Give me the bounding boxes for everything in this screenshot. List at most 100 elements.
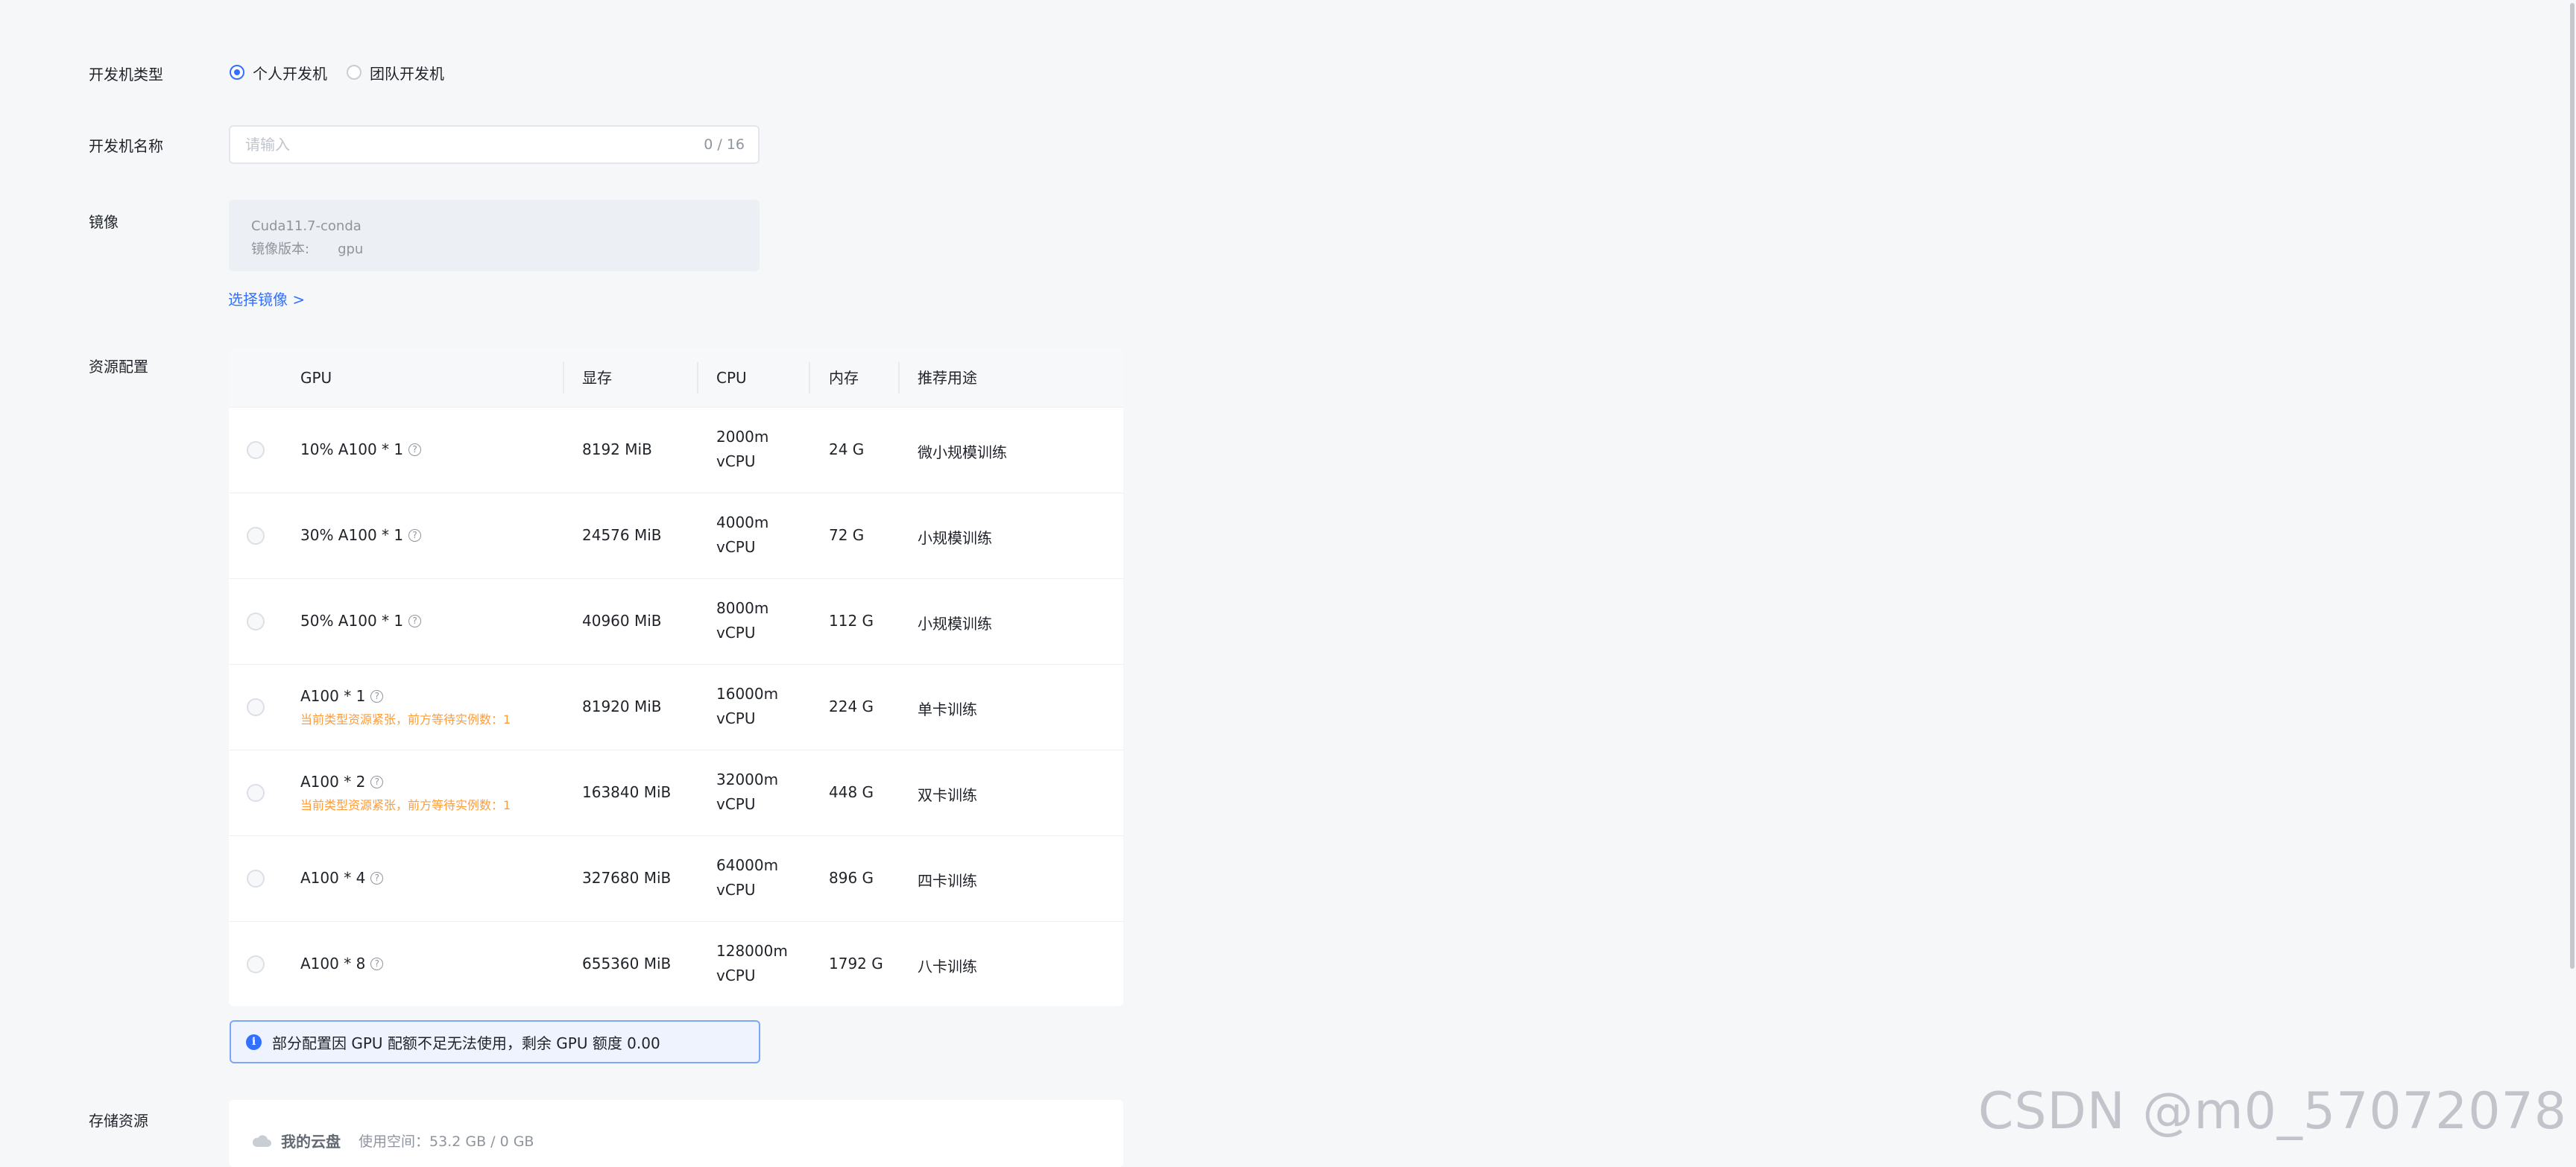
cpu-cell: 8000m vCPU [716, 596, 768, 645]
cpu-cell: 32000m vCPU [716, 768, 778, 817]
cpu-cell: 2000m vCPU [716, 425, 768, 474]
gpu-name: 10% A100 * 1 [300, 440, 404, 458]
memory-cell: 112 G [829, 612, 874, 630]
resource-row[interactable]: 30% A100 * 1? 24576 MiB 4000m vCPU 72 G … [229, 493, 1123, 579]
cpu-value: 64000m [716, 856, 779, 874]
gpu-quota-alert-text: 部分配置因 GPU 配额不足无法使用，剩余 GPU 额度 0.00 [272, 1034, 660, 1052]
cpu-unit: vCPU [716, 624, 756, 642]
memory-cell: 224 G [829, 698, 874, 715]
header-cpu: CPU [716, 369, 747, 387]
cpu-cell: 128000m vCPU [716, 939, 788, 988]
help-icon[interactable]: ? [370, 957, 384, 970]
gpu-name: 50% A100 * 1 [300, 612, 404, 630]
cpu-unit: vCPU [716, 709, 756, 727]
gpu-name: 30% A100 * 1 [300, 526, 404, 544]
resource-row[interactable]: 10% A100 * 1? 8192 MiB 2000m vCPU 24 G 微… [229, 408, 1123, 493]
resource-row[interactable]: A100 * 1? 当前类型资源紧张，前方等待实例数：1 81920 MiB 1… [229, 665, 1123, 750]
cpu-value: 2000m [716, 428, 769, 446]
page-scrollbar-thumb[interactable] [2570, 3, 2575, 969]
vram-cell: 8192 MiB [582, 440, 652, 458]
help-icon[interactable]: ? [370, 775, 384, 788]
gpu-cell: 50% A100 * 1? [300, 612, 422, 630]
header-divider [697, 362, 698, 393]
resource-config-label: 资源配置 [89, 358, 148, 376]
usage-cell: 八卡训练 [918, 958, 977, 975]
radio-team-indicator[interactable] [347, 65, 362, 80]
cpu-unit: vCPU [716, 881, 756, 899]
row-radio[interactable] [247, 870, 265, 888]
image-label: 镜像 [89, 213, 119, 231]
help-icon[interactable]: ? [370, 689, 384, 703]
csdn-watermark: CSDN @m0_57072078 [1977, 1082, 2567, 1141]
row-radio[interactable] [247, 527, 265, 545]
gpu-quota-alert: i 部分配置因 GPU 配额不足无法使用，剩余 GPU 额度 0.00 [230, 1020, 760, 1063]
resource-warning: 当前类型资源紧张，前方等待实例数：1 [300, 712, 511, 727]
info-icon: i [246, 1034, 262, 1050]
cpu-value: 32000m [716, 771, 779, 788]
dev-name-input[interactable] [244, 135, 704, 154]
cpu-cell: 64000m vCPU [716, 853, 778, 902]
cpu-unit: vCPU [716, 538, 756, 556]
select-image-link[interactable]: 选择镜像 > [228, 288, 305, 309]
storage-card[interactable]: 我的云盘 使用空间：53.2 GB / 0 GB [229, 1100, 1123, 1167]
memory-cell: 896 G [829, 869, 874, 887]
gpu-cell: A100 * 2? 当前类型资源紧张，前方等待实例数：1 [300, 773, 511, 813]
dev-name-field[interactable]: 0 / 16 [229, 125, 760, 164]
resource-row[interactable]: A100 * 8? 655360 MiB 128000m vCPU 1792 G… [229, 922, 1123, 1007]
cloud-icon [252, 1134, 271, 1147]
storage-label: 存储资源 [89, 1112, 148, 1130]
gpu-name: A100 * 2 [300, 773, 366, 791]
usage-cell: 单卡训练 [918, 700, 977, 718]
cpu-value: 4000m [716, 513, 769, 531]
dev-name-char-count: 0 / 16 [704, 136, 745, 153]
memory-cell: 1792 G [829, 955, 883, 972]
dev-type-radio-group: 个人开发机 团队开发机 [230, 61, 464, 83]
gpu-cell: A100 * 4? [300, 869, 384, 887]
resource-warning: 当前类型资源紧张，前方等待实例数：1 [300, 798, 511, 812]
storage-title: 我的云盘 [281, 1133, 341, 1151]
row-radio[interactable] [247, 441, 265, 459]
image-summary-box: Cuda11.7-conda 镜像版本: gpu [229, 200, 760, 271]
dev-type-label: 开发机类型 [89, 66, 163, 83]
usage-cell: 四卡训练 [918, 872, 977, 890]
cpu-cell: 4000m vCPU [716, 510, 768, 560]
storage-line: 我的云盘 使用空间：53.2 GB / 0 GB [251, 1130, 534, 1151]
resource-table: GPU 显存 CPU 内存 推荐用途 10% A100 * 1? 8192 Mi… [229, 349, 1123, 1006]
memory-cell: 448 G [829, 783, 874, 801]
row-radio[interactable] [247, 955, 265, 973]
gpu-name: A100 * 8 [300, 955, 366, 972]
row-radio[interactable] [247, 613, 265, 630]
vram-cell: 163840 MiB [582, 783, 672, 801]
radio-personal-indicator[interactable] [230, 65, 244, 80]
help-icon[interactable]: ? [408, 443, 422, 456]
help-icon[interactable]: ? [370, 871, 384, 885]
vram-cell: 655360 MiB [582, 955, 672, 972]
resource-row[interactable]: A100 * 4? 327680 MiB 64000m vCPU 896 G 四… [229, 836, 1123, 922]
resource-row[interactable]: 50% A100 * 1? 40960 MiB 8000m vCPU 112 G… [229, 579, 1123, 665]
cpu-value: 8000m [716, 599, 769, 617]
usage-cell: 小规模训练 [918, 529, 992, 547]
image-version-value: gpu [338, 241, 364, 257]
gpu-cell: A100 * 1? 当前类型资源紧张，前方等待实例数：1 [300, 687, 511, 727]
dev-name-label: 开发机名称 [89, 137, 163, 155]
resource-table-header: GPU 显存 CPU 内存 推荐用途 [229, 349, 1123, 408]
radio-team[interactable]: 团队开发机 [347, 62, 444, 83]
memory-cell: 24 G [829, 440, 865, 458]
cpu-unit: vCPU [716, 967, 756, 984]
help-icon[interactable]: ? [408, 528, 422, 542]
memory-cell: 72 G [829, 526, 865, 544]
radio-personal[interactable]: 个人开发机 [230, 62, 327, 83]
row-radio[interactable] [247, 698, 265, 716]
help-icon[interactable]: ? [408, 614, 422, 627]
row-radio[interactable] [247, 784, 265, 802]
usage-cell: 双卡训练 [918, 786, 977, 804]
vram-cell: 40960 MiB [582, 612, 662, 630]
image-version-label: 镜像版本: [251, 241, 310, 257]
radio-team-label: 团队开发机 [370, 64, 444, 83]
gpu-name: A100 * 4 [300, 869, 366, 887]
resource-row[interactable]: A100 * 2? 当前类型资源紧张，前方等待实例数：1 163840 MiB … [229, 750, 1123, 836]
image-name: Cuda11.7-conda [251, 218, 362, 234]
vram-cell: 81920 MiB [582, 698, 662, 715]
gpu-cell: A100 * 8? [300, 955, 384, 972]
header-divider [809, 362, 810, 393]
